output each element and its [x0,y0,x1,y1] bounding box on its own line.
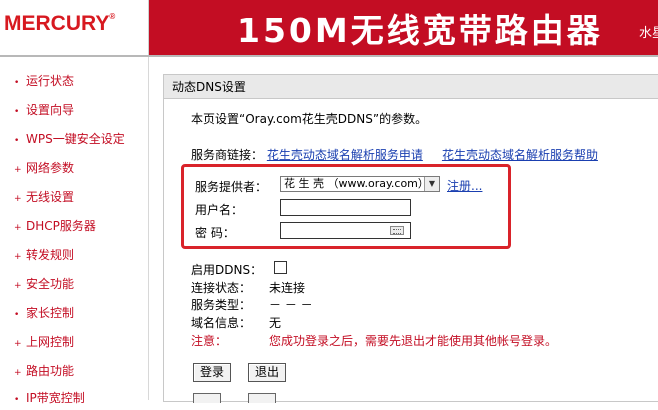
sidebar-item-wireless[interactable]: + 无线设置 [14,187,74,207]
service-type-label: 服务类型： [191,298,252,312]
provider-select[interactable]: 花 生 壳 （www.oray.com） ▼ [280,176,440,192]
sidebar-item-wps[interactable]: • WPS一键安全设定 [14,129,125,149]
sidebar-item-status[interactable]: • 运行状态 [14,71,74,91]
username-label: 用户名： [195,203,244,217]
product-subtitle: 水星 [639,26,658,41]
plus-icon: + [14,281,22,291]
logo-text: MERCURY® [4,12,116,35]
register-link[interactable]: 注册... [447,177,482,194]
sidebar-item-parental[interactable]: • 家长控制 [14,303,74,323]
plus-icon: + [14,252,22,262]
bullet-icon: • [14,310,20,320]
sidebar-item-access-control[interactable]: + 上网控制 [14,332,74,352]
bullet-icon: • [14,395,20,405]
enable-ddns-label: 启用DDNS： [191,263,263,277]
provider-label: 服务提供者： [195,180,268,194]
plus-icon: + [14,368,22,378]
domain-info-value: 无 [269,316,282,330]
provider-links-row: 服务商链接： 花生壳动态域名解析服务申请 花生壳动态域名解析服务帮助 [191,146,598,163]
plus-icon: + [14,194,22,204]
header-banner: 150M无线宽带路由器 水星 [149,0,658,55]
partial-button[interactable] [248,393,276,403]
connection-status-label: 连接状态： [191,281,252,295]
header: MERCURY® 150M无线宽带路由器 水星 [0,0,658,57]
panel-title: 动态DNS设置 [164,75,658,99]
note-text: 您成功登录之后，需要先退出才能使用其他帐号登录。 [269,334,558,348]
password-input[interactable] [280,222,411,239]
password-label: 密 码： [195,226,235,240]
sidebar-item-security[interactable]: + 安全功能 [14,274,74,294]
plus-icon: + [14,165,22,175]
apply-service-link[interactable]: 花生壳动态域名解析服务申请 [267,148,423,162]
enable-ddns-checkbox[interactable] [274,261,287,274]
chevron-down-icon[interactable]: ▼ [424,177,439,191]
username-input[interactable] [280,199,411,216]
sidebar-item-forwarding[interactable]: + 转发规则 [14,245,74,265]
service-type-value: － － － [269,298,313,312]
domain-info-label: 域名信息： [191,316,252,330]
sidebar-item-routing[interactable]: + 路由功能 [14,361,74,381]
bullet-icon: • [14,107,20,117]
links-label: 服务商链接： [191,148,264,162]
sidebar-item-bandwidth[interactable]: • IP带宽控制 [14,388,85,408]
sidebar-item-wizard[interactable]: • 设置向导 [14,100,74,120]
partial-button[interactable] [193,393,221,403]
logo: MERCURY® [0,0,149,55]
note-label: 注意： [191,334,228,348]
connection-status-value: 未连接 [269,281,306,295]
ddns-panel: 动态DNS设置 本页设置“Oray.com花生壳DDNS”的参数。 服务商链接：… [163,74,658,403]
sidebar: • 运行状态 • 设置向导 • WPS一键安全设定 + 网络参数 + 无线设置 + DHCP… [0,57,149,405]
page-description: 本页设置“Oray.com花生壳DDNS”的参数。 [191,112,428,126]
product-title: 150M无线宽带路由器 [237,11,603,50]
sidebar-item-dhcp[interactable]: + DHCP服务器 [14,216,96,236]
plus-icon: + [14,223,22,233]
plus-icon: + [14,339,22,349]
bullet-icon: • [14,136,20,146]
provider-selected-value: 花 生 壳 （www.oray.com） [284,177,429,190]
sidebar-item-network[interactable]: + 网络参数 [14,158,74,178]
keyboard-icon[interactable] [390,226,404,235]
help-service-link[interactable]: 花生壳动态域名解析服务帮助 [442,148,598,162]
bullet-icon: • [14,78,20,88]
logout-button[interactable]: 退出 [248,363,286,382]
login-button[interactable]: 登录 [193,363,231,382]
